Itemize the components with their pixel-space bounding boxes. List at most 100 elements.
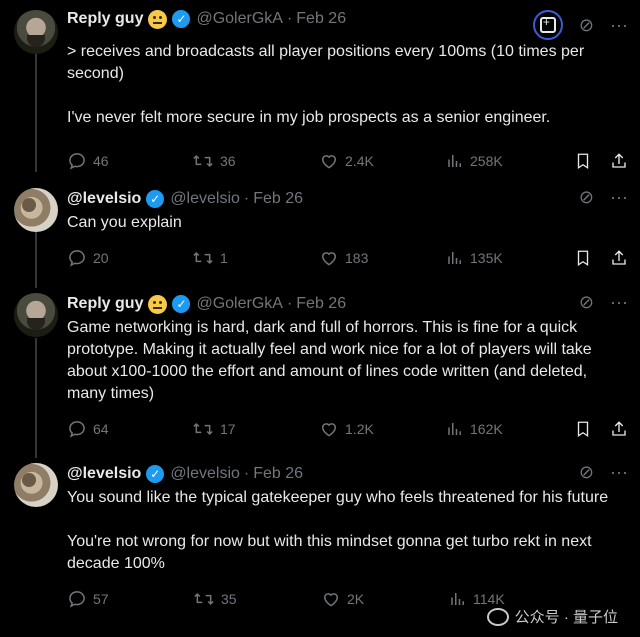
repost-count: 35 bbox=[221, 591, 237, 607]
grok-explain-icon[interactable]: ⊘ bbox=[579, 463, 594, 481]
post-text: > receives and broadcasts all player pos… bbox=[67, 41, 628, 129]
repost-button[interactable]: 36 bbox=[192, 151, 319, 171]
verified-badge-icon: ✓ bbox=[172, 10, 191, 28]
repost-icon bbox=[193, 251, 213, 265]
post-text-line: You sound like the typical gatekeeper gu… bbox=[67, 489, 609, 506]
post[interactable]: Reply guy ✓ @GolerGkA · Feb 26 ⊘ ··· > r… bbox=[0, 6, 640, 171]
grok-explain-icon[interactable]: ⊘ bbox=[579, 293, 594, 311]
author-handle[interactable]: @GolerGkA bbox=[196, 295, 282, 313]
reply-count: 20 bbox=[93, 250, 109, 266]
author-name[interactable]: Reply guy bbox=[67, 295, 143, 313]
more-options-icon[interactable]: ··· bbox=[610, 463, 628, 481]
post-text-line: Game networking is hard, dark and full o… bbox=[67, 319, 592, 402]
author-handle[interactable]: @GolerGkA bbox=[196, 10, 282, 28]
avatar[interactable] bbox=[14, 293, 58, 337]
grok-icon bbox=[539, 15, 556, 33]
verified-badge-icon: ✓ bbox=[172, 295, 191, 313]
post-text-line: Can you explain bbox=[67, 214, 182, 231]
like-button[interactable]: 2K bbox=[321, 589, 449, 609]
avatar[interactable] bbox=[14, 463, 58, 507]
share-icon[interactable] bbox=[610, 248, 628, 268]
neutral-face-emoji-icon bbox=[148, 9, 168, 29]
neutral-face-emoji-icon bbox=[148, 294, 168, 314]
reply-count: 46 bbox=[93, 153, 109, 169]
more-options-icon[interactable]: ··· bbox=[610, 16, 628, 34]
views-button[interactable]: 135K bbox=[446, 249, 574, 267]
repost-button[interactable]: 35 bbox=[193, 589, 321, 609]
grok-explain-icon[interactable]: ⊘ bbox=[579, 188, 594, 206]
views-count: 135K bbox=[470, 250, 503, 266]
heart-icon bbox=[322, 252, 337, 266]
avatar[interactable] bbox=[14, 188, 58, 232]
post[interactable]: Reply guy ✓ @GolerGkA · Feb 26 ⊘ ··· Gam… bbox=[0, 291, 640, 439]
separator-dot: · bbox=[243, 465, 250, 482]
post-text-line: > receives and broadcasts all player pos… bbox=[67, 43, 585, 82]
reply-button[interactable]: 64 bbox=[67, 419, 192, 439]
repost-icon bbox=[193, 154, 213, 168]
grok-button[interactable] bbox=[532, 10, 563, 40]
post-date[interactable]: Feb 26 bbox=[296, 10, 346, 28]
reply-icon bbox=[69, 153, 85, 170]
reply-icon bbox=[69, 591, 85, 608]
post-date[interactable]: Feb 26 bbox=[296, 295, 346, 313]
like-button[interactable]: 2.4K bbox=[319, 151, 446, 171]
separator-dot: · bbox=[286, 10, 293, 27]
post-date[interactable]: Feb 26 bbox=[253, 465, 303, 483]
author-name[interactable]: @levelsio bbox=[67, 465, 141, 483]
reply-button[interactable]: 20 bbox=[67, 248, 192, 268]
separator-dot: · bbox=[243, 190, 250, 207]
post[interactable]: @levelsio ✓ @levelsio · Feb 26 ⊘ ··· You… bbox=[0, 461, 640, 609]
repost-icon bbox=[194, 592, 214, 606]
views-bar-icon bbox=[448, 252, 462, 264]
reply-icon bbox=[69, 421, 85, 438]
repost-count: 1 bbox=[220, 250, 228, 266]
post-date[interactable]: Feb 26 bbox=[253, 190, 303, 208]
bookmark-icon[interactable] bbox=[574, 151, 592, 171]
views-count: 162K bbox=[470, 421, 503, 437]
post-actions: 46 36 2.4K 258K bbox=[67, 151, 628, 171]
post-text: Game networking is hard, dark and full o… bbox=[67, 317, 628, 405]
share-icon[interactable] bbox=[610, 419, 628, 439]
wechat-watermark: 公众号 · 量子位 bbox=[486, 606, 618, 627]
reply-button[interactable]: 46 bbox=[67, 151, 192, 171]
repost-count: 17 bbox=[220, 421, 236, 437]
repost-button[interactable]: 1 bbox=[192, 248, 319, 268]
more-options-icon[interactable]: ··· bbox=[610, 293, 628, 311]
repost-icon bbox=[193, 422, 213, 436]
heart-icon bbox=[322, 423, 337, 437]
separator-dot: · bbox=[286, 295, 293, 312]
avatar[interactable] bbox=[14, 10, 58, 54]
post-text-line: I've never felt more secure in my job pr… bbox=[67, 109, 551, 126]
author-name[interactable]: @levelsio bbox=[67, 190, 141, 208]
post-text-line: You're not wrong for now but with this m… bbox=[67, 533, 592, 572]
reply-icon bbox=[69, 250, 85, 267]
wechat-logo-icon bbox=[486, 607, 509, 626]
post-text: You sound like the typical gatekeeper gu… bbox=[67, 487, 628, 575]
grok-explain-icon[interactable]: ⊘ bbox=[579, 16, 594, 34]
share-icon[interactable] bbox=[610, 151, 628, 171]
views-button[interactable]: 258K bbox=[446, 152, 574, 170]
more-options-icon[interactable]: ··· bbox=[610, 188, 628, 206]
bookmark-icon[interactable] bbox=[574, 248, 592, 268]
views-count: 258K bbox=[470, 153, 503, 169]
like-count: 2K bbox=[347, 591, 365, 607]
like-button[interactable]: 1.2K bbox=[319, 419, 446, 439]
post-actions: 20 1 183 135K bbox=[67, 248, 628, 268]
reply-count: 57 bbox=[93, 591, 109, 607]
views-bar-icon bbox=[451, 593, 464, 605]
author-handle[interactable]: @levelsio bbox=[170, 190, 240, 208]
reply-button[interactable]: 57 bbox=[67, 589, 193, 609]
verified-badge-icon: ✓ bbox=[146, 465, 165, 483]
views-bar-icon bbox=[448, 423, 462, 435]
author-handle[interactable]: @levelsio bbox=[170, 465, 240, 483]
post[interactable]: @levelsio ✓ @levelsio · Feb 26 ⊘ ··· Can… bbox=[0, 186, 640, 268]
views-button[interactable]: 162K bbox=[446, 420, 574, 438]
author-name[interactable]: Reply guy bbox=[67, 10, 143, 28]
views-count: 114K bbox=[473, 591, 505, 607]
reply-count: 64 bbox=[93, 421, 109, 437]
like-button[interactable]: 183 bbox=[319, 248, 446, 268]
repost-button[interactable]: 17 bbox=[192, 419, 319, 439]
bookmark-icon[interactable] bbox=[574, 419, 592, 439]
